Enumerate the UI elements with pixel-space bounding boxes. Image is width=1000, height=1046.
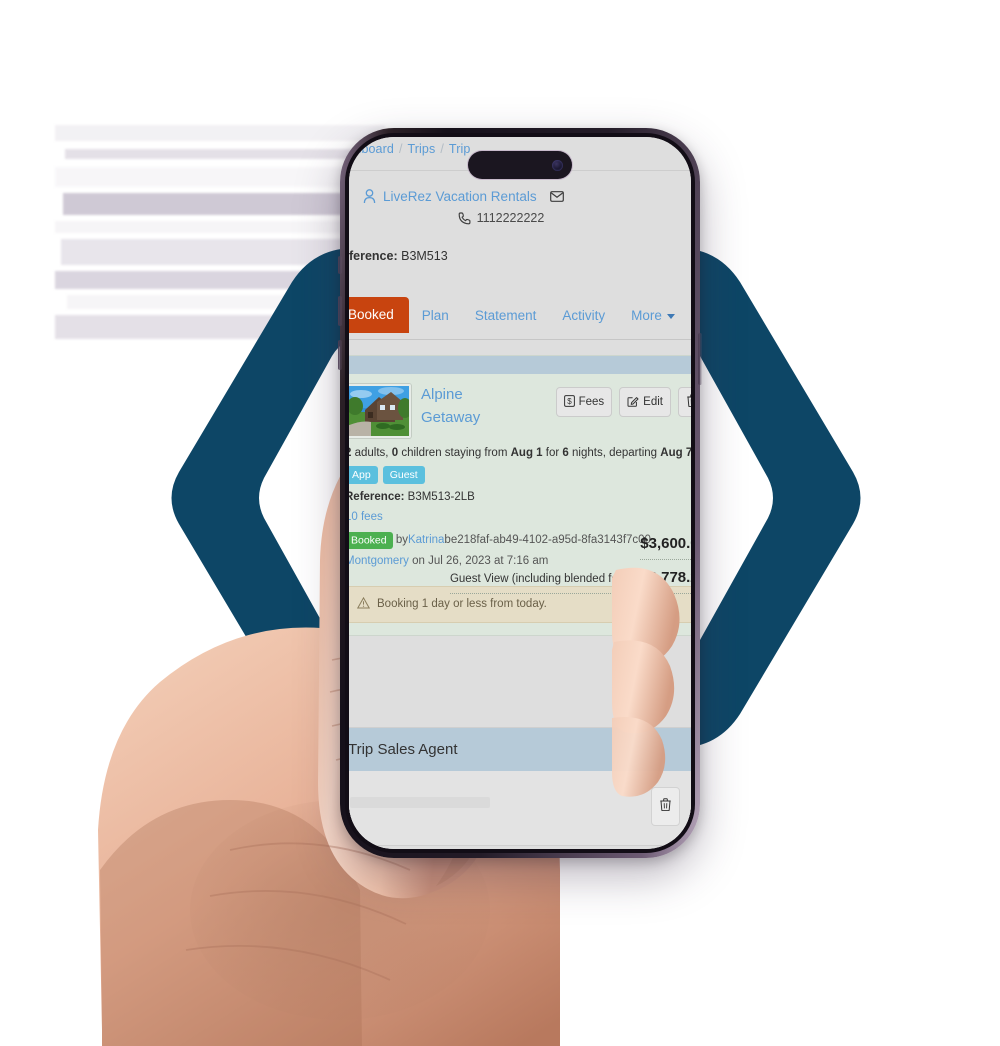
status-badge: Booked (349, 531, 393, 549)
card-header-strip (349, 356, 691, 374)
fees-link[interactable]: 10 fees (349, 511, 691, 523)
edit-button-label: Edit (643, 396, 663, 408)
booking-reference-value: B3M513-2LB (407, 491, 475, 503)
stay-arrival-date: Aug 1 (510, 447, 543, 459)
volume-up-button[interactable] (338, 296, 342, 326)
phone-number[interactable]: 1112222222 (477, 211, 545, 225)
svg-text:$: $ (567, 396, 572, 405)
agent-placeholder (350, 797, 490, 808)
fees-button-label: Fees (578, 396, 605, 408)
trip-reference-value: B3M513 (401, 249, 448, 263)
breadcrumb-item-trip: Trip (448, 142, 471, 156)
delete-booking-button[interactable] (678, 387, 691, 417)
trash-icon (687, 394, 691, 410)
fingertips-foreground (612, 567, 680, 797)
envelope-icon[interactable] (549, 191, 564, 202)
warning-text: Booking 1 day or less from today. (377, 598, 547, 611)
warning-triangle-icon (356, 596, 371, 612)
tab-divider (349, 339, 691, 340)
tab-booked[interactable]: Booked (349, 297, 409, 333)
tab-more-label: More (631, 308, 662, 323)
composition-stage: ashboard/Trips/Trip LiveRe (0, 0, 1000, 1046)
pencil-square-icon (627, 395, 639, 410)
booking-reference-label: Reference: (349, 491, 405, 503)
breadcrumb-item-trips[interactable]: Trips (408, 142, 436, 156)
stay-adults-word: adults, (354, 447, 389, 459)
mute-switch[interactable] (338, 256, 342, 274)
badge-guest: Guest (382, 466, 425, 484)
breadcrumb-item-dashboard[interactable]: ashboard (349, 142, 394, 156)
phone-row: 1112222222 (363, 211, 677, 225)
edit-button[interactable]: Edit (619, 387, 671, 417)
trip-reference: Reference: B3M513 (349, 249, 448, 263)
stay-departure-date: Aug 7 (660, 447, 691, 459)
person-icon (363, 189, 376, 204)
channel-badges: App Guest (349, 466, 691, 484)
breadcrumb-separator: / (398, 142, 403, 156)
trip-reference-label: Reference: (349, 249, 398, 263)
dollar-box-icon: $ (563, 394, 575, 410)
guest-view-label: Guest View (including blended fees): (449, 572, 638, 585)
property-name-line2: Getaway (421, 408, 481, 426)
front-camera-icon (552, 159, 563, 171)
booking-reference: Reference: B3M513-2LB (349, 491, 691, 503)
property-name[interactable]: Alpine Getaway (421, 384, 480, 429)
fees-button[interactable]: $ Fees (555, 387, 613, 417)
account-header: LiveRez Vacation Rentals 1112222222 (349, 189, 691, 225)
phone-icon (458, 211, 471, 225)
tab-activity[interactable]: Activity (549, 299, 618, 333)
property-thumbnail[interactable] (349, 384, 411, 438)
power-button[interactable] (698, 333, 702, 385)
chevron-down-icon (666, 313, 675, 319)
property-row: Alpine Getaway $ Fees Edit (349, 384, 691, 438)
stay-summary: 2 adults, 0 children staying from Aug 1 … (349, 447, 691, 459)
tab-more[interactable]: More (618, 299, 688, 333)
breadcrumb-separator: / (440, 142, 444, 156)
booked-by-lastname[interactable]: Montgomery (349, 555, 409, 567)
booked-by-name[interactable]: Katrina (408, 534, 444, 546)
stay-children-count: 0 (391, 447, 399, 459)
stay-nights-word: nights, departing (572, 447, 658, 459)
card-actions: $ Fees Edit (555, 384, 691, 417)
booked-on-word: on (412, 555, 425, 568)
stay-for-word: for (545, 447, 560, 459)
tab-bar: Booked Plan Statement Activity More (349, 297, 691, 333)
volume-down-button[interactable] (338, 340, 342, 370)
tab-plan[interactable]: Plan (409, 299, 462, 333)
stay-adults-count: 2 (349, 447, 351, 459)
booked-by-word: by (395, 534, 408, 546)
account-name[interactable]: LiveRez Vacation Rentals (383, 189, 537, 204)
stay-nights-count: 6 (562, 447, 569, 459)
tab-statement[interactable]: Statement (462, 299, 550, 333)
dynamic-island (468, 151, 572, 179)
property-name-line1: Alpine (421, 386, 463, 403)
stay-children-word: children staying from (401, 447, 508, 459)
badge-app: App (349, 466, 378, 484)
total-price: $3,600.00 (640, 530, 691, 560)
